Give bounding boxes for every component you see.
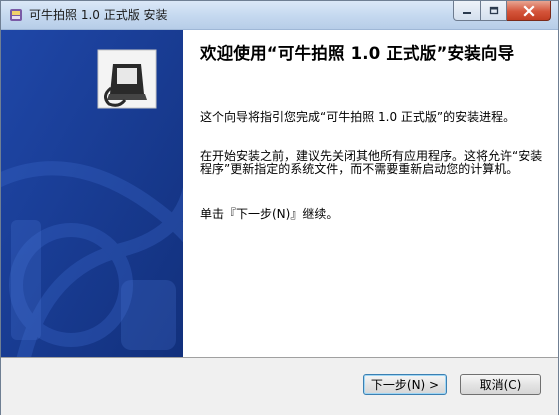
sidebar-artwork	[1, 30, 183, 357]
advice-paragraph: 在开始安装之前，建议先关闭其他所有应用程序。这将允许“安装程序”更新指定的系统文…	[200, 149, 543, 176]
close-button[interactable]	[507, 1, 551, 21]
maximize-button[interactable]	[481, 1, 507, 21]
minimize-icon	[463, 11, 471, 14]
cancel-button[interactable]: 取消(C)	[460, 374, 541, 395]
title-bar[interactable]: 可牛拍照 1.0 正式版 安装	[1, 1, 558, 30]
installer-app-icon	[8, 7, 24, 23]
window-title: 可牛拍照 1.0 正式版 安装	[29, 8, 168, 22]
intro-paragraph: 这个向导将指引您完成“可牛拍照 1.0 正式版”的安装进程。	[200, 110, 516, 124]
window-controls	[453, 1, 551, 21]
continue-instruction: 单击『下一步(N)』继续。	[200, 207, 339, 221]
installer-window: 可牛拍照 1.0 正式版 安装 欢迎使用“可牛拍照 1.0 正式版”安装向导 这…	[0, 0, 559, 415]
next-button[interactable]: 下一步(N) >	[363, 374, 447, 395]
maximize-icon	[489, 6, 498, 14]
welcome-heading: 欢迎使用“可牛拍照 1.0 正式版”安装向导	[200, 44, 515, 63]
installer-sidebar-banner	[1, 30, 183, 357]
minimize-button[interactable]	[453, 1, 481, 21]
button-bar: 下一步(N) > 取消(C)	[1, 357, 558, 415]
installer-logo-icon	[97, 49, 157, 109]
welcome-content: 欢迎使用“可牛拍照 1.0 正式版”安装向导 这个向导将指引您完成“可牛拍照 1…	[183, 30, 558, 357]
close-icon	[522, 4, 535, 17]
